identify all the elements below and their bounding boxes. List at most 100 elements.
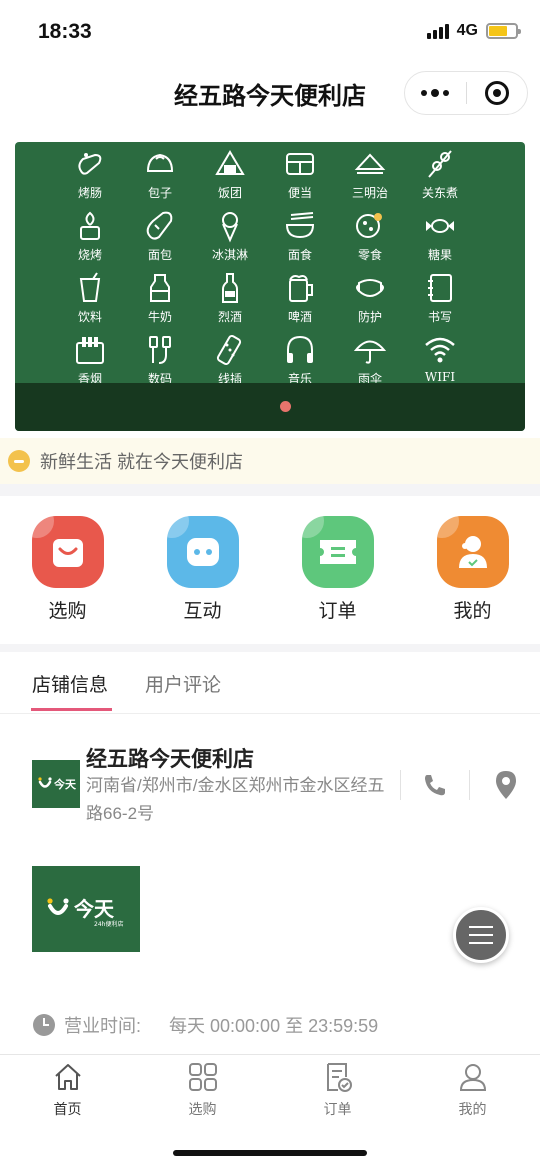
main-menu: 选购 互动 订单 我的 [0, 496, 540, 644]
category-notebook[interactable]: 书写 [405, 270, 475, 328]
tabbar-orders[interactable]: 订单 [270, 1061, 405, 1119]
category-grid: 烤肠 包子 饭团 便当 三明治 关东煮烧烤 面包 冰淇淋 面食 零食 糖果饮料 牛奶 烈酒 啤酒 防护 书写香… [55, 146, 495, 390]
category-label: 糖果 [427, 248, 452, 262]
user-icon [459, 1064, 486, 1091]
category-drink[interactable]: 饮料 [55, 270, 125, 328]
menu-orders[interactable]: 订单 [270, 496, 405, 644]
category-label: 饮料 [77, 310, 102, 324]
logo-text: 今天 [53, 777, 77, 791]
menu-label: 选购 [48, 601, 87, 622]
category-label: 饭团 [217, 186, 242, 200]
menu-shop[interactable]: 选购 [0, 496, 135, 644]
menu-label: 互动 [183, 601, 222, 622]
home-indicator[interactable] [173, 1150, 367, 1156]
category-bbq[interactable]: 烧烤 [55, 208, 125, 266]
cookie-icon [350, 208, 390, 244]
tab-reviews[interactable]: 用户评论 [145, 670, 221, 697]
bun-icon [140, 146, 180, 182]
info-tabs: 店铺信息 用户评论 [0, 652, 540, 714]
category-ice-cream[interactable]: 冰淇淋 [195, 208, 265, 266]
category-label: WIFI [424, 370, 456, 384]
tabbar-label: 首页 [53, 1101, 82, 1117]
target-icon [484, 81, 509, 105]
category-cigarette[interactable]: 香烟 [55, 332, 125, 390]
tabbar-label: 我的 [458, 1101, 487, 1117]
category-bun[interactable]: 包子 [125, 146, 195, 204]
hours-value: 每天 00:00:00 至 23:59:59 [169, 1016, 379, 1036]
beer-icon [280, 270, 320, 306]
category-label: 烤肠 [77, 186, 102, 200]
tabbar-home[interactable]: 首页 [0, 1061, 135, 1119]
tab-store-info[interactable]: 店铺信息 [32, 670, 108, 697]
category-liquor[interactable]: 烈酒 [195, 270, 265, 328]
milk-icon [140, 270, 180, 306]
bbq-icon [70, 208, 110, 244]
skewer-icon [420, 146, 460, 182]
notice-icon [8, 450, 30, 472]
banner-indicator-bar [15, 383, 525, 431]
category-label: 零食 [357, 248, 382, 262]
menu-profile[interactable]: 我的 [405, 496, 540, 644]
more-menu-button[interactable] [405, 72, 466, 114]
category-label: 关东煮 [421, 186, 458, 200]
category-rice-ball[interactable]: 饭团 [195, 146, 265, 204]
ice-cream-icon [210, 208, 250, 244]
category-bento[interactable]: 便当 [265, 146, 335, 204]
store-name: 经五路今天便利店 [86, 748, 254, 771]
category-sandwich[interactable]: 三明治 [335, 146, 405, 204]
category-wifi[interactable]: WIFI [405, 332, 475, 390]
floating-menu-button[interactable] [453, 907, 509, 963]
tabbar-profile[interactable]: 我的 [405, 1061, 540, 1119]
category-candy[interactable]: 糖果 [405, 208, 475, 266]
headphones-icon [280, 332, 320, 368]
category-label: 书写 [427, 310, 452, 324]
banner-page-dot[interactable] [280, 401, 291, 412]
category-label: 三明治 [351, 186, 388, 200]
category-beer[interactable]: 啤酒 [265, 270, 335, 328]
category-headphones[interactable]: 音乐 [265, 332, 335, 390]
category-bread[interactable]: 面包 [125, 208, 195, 266]
mini-program-capsule [404, 71, 528, 115]
ticket-icon [301, 516, 374, 588]
status-time: 18:33 [38, 20, 92, 43]
close-mini-program-button[interactable] [466, 72, 527, 114]
nav-bar: 经五路今天便利店 [0, 66, 540, 126]
phone-call-button[interactable] [422, 772, 448, 798]
logo-subtext: 24h便利店 [94, 920, 123, 928]
hours-label: 营业时间: [64, 1016, 142, 1036]
menu-interact[interactable]: 互动 [135, 496, 270, 644]
category-label: 烧烤 [77, 248, 102, 262]
category-cookie[interactable]: 零食 [335, 208, 405, 266]
wifi-icon [420, 332, 460, 368]
store-info-panel: 今天 经五路今天便利店 河南省/郑州市/金水区郑州市金水区经五路66-2号 今天… [0, 714, 540, 1054]
category-label: 面包 [147, 248, 172, 262]
category-sausage[interactable]: 烤肠 [55, 146, 125, 204]
category-power-strip[interactable]: 线插 [195, 332, 265, 390]
category-milk[interactable]: 牛奶 [125, 270, 195, 328]
menu-label: 订单 [318, 601, 357, 622]
category-label: 啤酒 [287, 310, 312, 324]
category-cable[interactable]: 数码 [125, 332, 195, 390]
tabbar-shop[interactable]: 选购 [135, 1061, 270, 1119]
sausage-icon [70, 146, 110, 182]
category-label: 冰淇淋 [211, 248, 248, 262]
grid-icon [188, 1063, 217, 1091]
notice-text: 新鲜生活 就在今天便利店 [40, 452, 243, 472]
location-button[interactable] [494, 770, 518, 800]
category-umbrella[interactable]: 雨伞 [335, 332, 405, 390]
category-mask[interactable]: 防护 [335, 270, 405, 328]
network-type: 4G [456, 22, 478, 39]
noodle-icon [280, 208, 320, 244]
notice-bar: 新鲜生活 就在今天便利店 [0, 438, 540, 484]
category-label: 包子 [147, 186, 172, 200]
category-label: 防护 [357, 310, 382, 324]
category-skewer[interactable]: 关东煮 [405, 146, 475, 204]
drink-icon [70, 270, 110, 306]
business-hours: 营业时间: 每天 00:00:00 至 23:59:59 [33, 1012, 378, 1038]
store-address: 河南省/郑州市/金水区郑州市金水区经五路66-2号 [86, 776, 385, 823]
battery-icon [486, 23, 521, 39]
category-noodle[interactable]: 面食 [265, 208, 335, 266]
bread-icon [140, 208, 180, 244]
order-icon [326, 1063, 352, 1092]
category-banner[interactable]: 烤肠 包子 饭团 便当 三明治 关东煮烧烤 面包 冰淇淋 面食 零食 糖果饮料 牛奶 烈酒 啤酒 防护 书写香… [15, 142, 525, 431]
